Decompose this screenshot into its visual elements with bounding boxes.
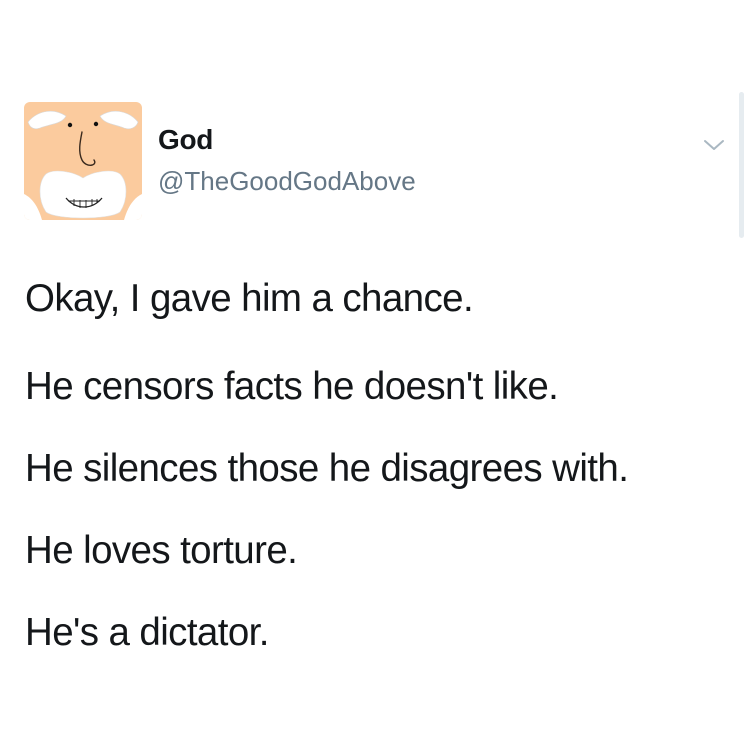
- scroll-indicator[interactable]: [739, 92, 744, 238]
- tweet-line: Okay, I gave him a chance.: [25, 277, 474, 320]
- tweet-header: God @TheGoodGodAbove: [24, 102, 748, 220]
- author-info: God @TheGoodGodAbove: [158, 124, 416, 196]
- tweet-line: He loves torture.: [25, 529, 298, 572]
- tweet-line: He's a dictator.: [25, 611, 269, 654]
- author-display-name[interactable]: God: [158, 124, 416, 156]
- tweet-menu-button[interactable]: [696, 130, 732, 160]
- author-handle[interactable]: @TheGoodGodAbove: [158, 166, 416, 196]
- tweet-line: He silences those he disagrees with.: [25, 447, 629, 490]
- avatar[interactable]: [24, 102, 142, 220]
- tweet-line: He censors facts he doesn't like.: [25, 365, 559, 408]
- chevron-down-icon: [704, 140, 724, 150]
- tweet-text: Okay, I gave him a chance. He censors fa…: [25, 268, 735, 674]
- cartoon-god-face-icon: [24, 102, 142, 220]
